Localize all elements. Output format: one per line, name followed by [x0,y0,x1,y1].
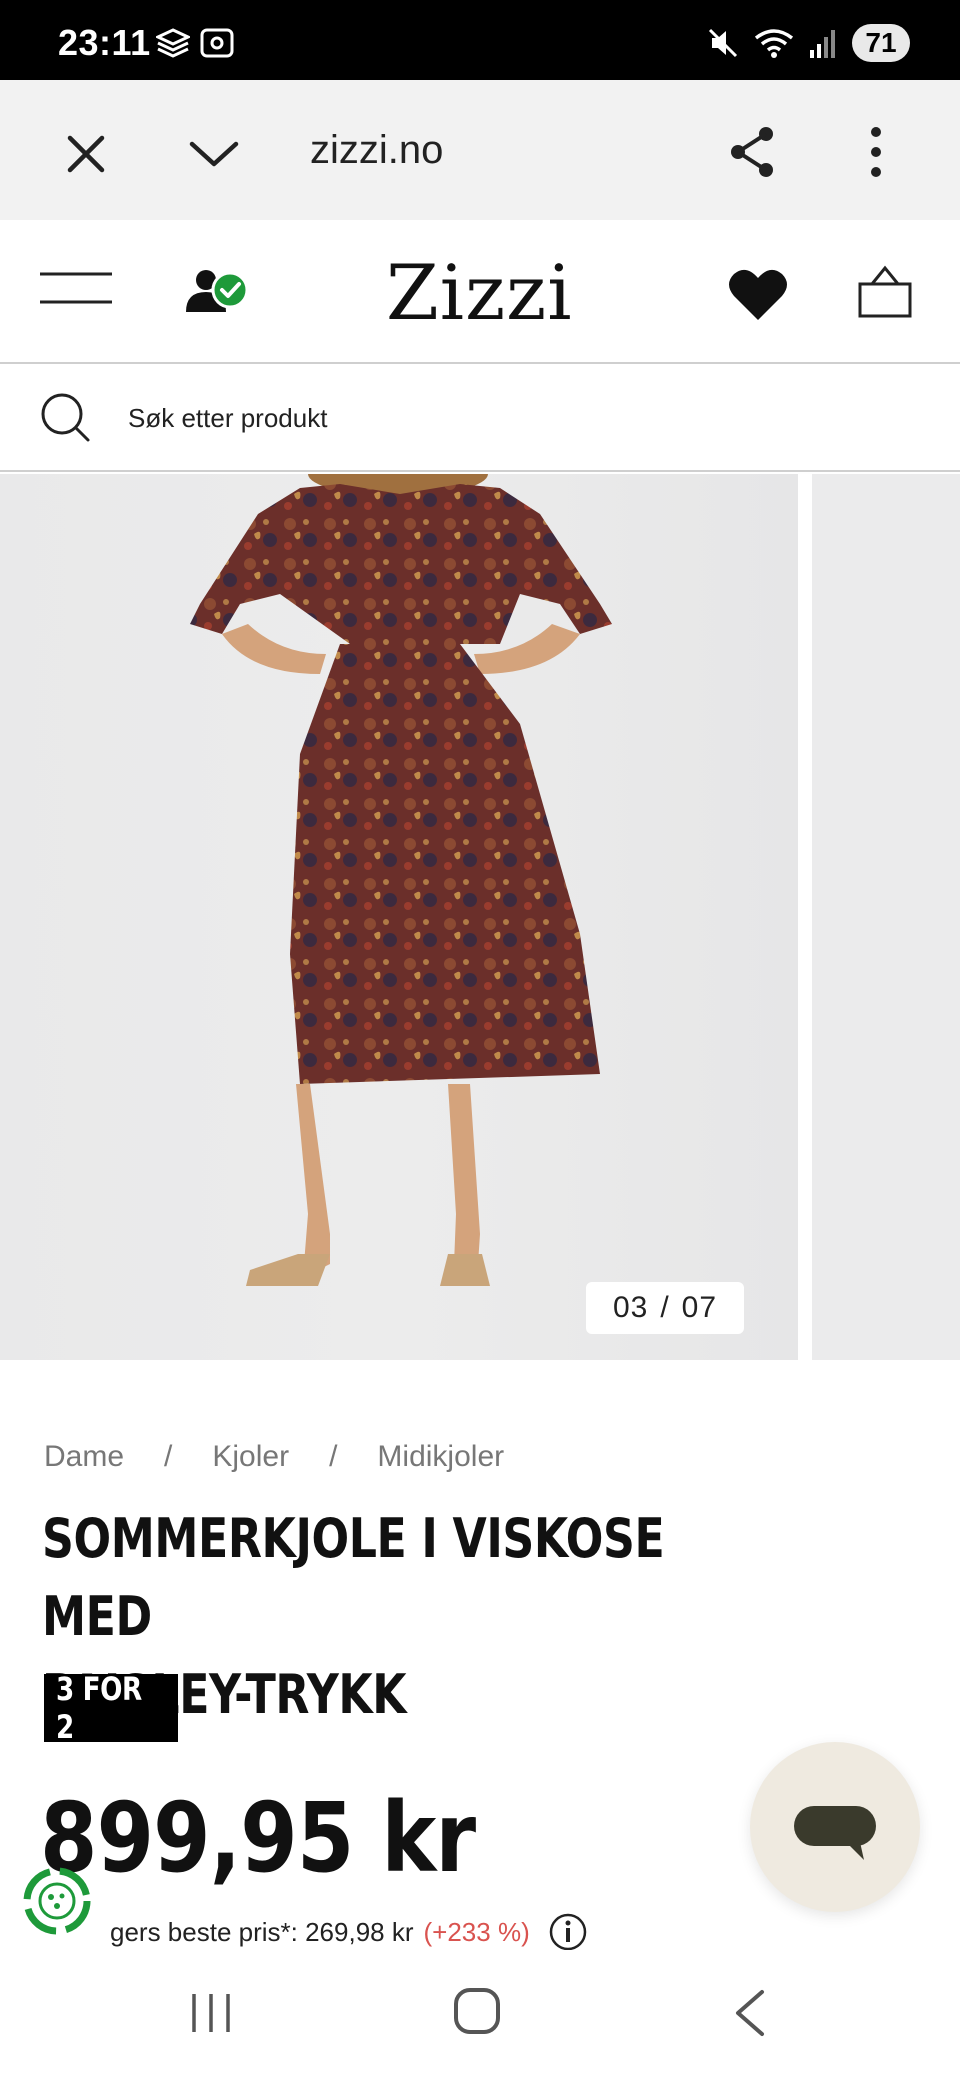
info-icon[interactable] [548,1912,588,1952]
breadcrumb-item-dame[interactable]: Dame [44,1440,124,1474]
wifi-icon [754,29,794,58]
chat-icon [794,1806,876,1860]
lowest-price-text: gers beste pris*: 269,98 kr [110,1916,414,1947]
lowest-price-info: gers beste pris*: 269,98 kr (+233 %) [110,1912,588,1952]
search-bar [0,366,960,472]
breadcrumb-separator: / [329,1440,338,1473]
account-verified-icon[interactable] [184,266,250,316]
search-icon[interactable] [40,392,92,444]
chevron-down-icon[interactable] [186,126,242,182]
status-bar: 23:11 71 [0,0,960,80]
heart-icon[interactable] [728,268,788,322]
next-product-image[interactable] [812,474,960,1360]
breadcrumb-item-kjoler[interactable]: Kjoler [212,1440,289,1474]
chat-button[interactable] [750,1742,920,1912]
stack-icon [156,28,190,58]
image-counter: 03 / 07 [586,1282,744,1334]
search-input[interactable] [128,396,888,440]
status-time: 23:11 [58,22,151,63]
share-icon[interactable] [726,124,782,180]
product-gallery[interactable]: 03 / 07 [0,474,960,1360]
battery-indicator: 71 [852,24,910,62]
image-counter-separator: / [660,1291,670,1324]
status-right-icons: 71 [706,24,910,62]
mute-icon [708,28,738,58]
product-image[interactable]: 03 / 07 [0,474,798,1360]
url-field[interactable]: zizzi.no [310,128,443,173]
close-icon[interactable] [58,126,114,182]
basket-icon[interactable] [856,264,914,322]
status-notification-icons [156,28,234,58]
site-header: Zizzi [0,220,960,364]
system-navigation-bar [0,1950,960,2080]
product-title-line-1: SOMMERKJOLE I VISKOSE MED [42,1507,665,1648]
lowest-price-change: (+233 %) [423,1916,530,1947]
browser-toolbar: zizzi.no [0,80,960,220]
site-logo[interactable]: Zizzi [386,248,573,337]
signal-icon [810,30,835,58]
breadcrumb-item-midikjoler[interactable]: Midikjoler [377,1440,504,1474]
screenshot-icon [200,28,234,58]
back-icon[interactable] [730,1988,770,2038]
promo-badge: 3 FOR 2 [44,1670,178,1746]
image-counter-total: 07 [681,1291,718,1324]
breadcrumb-separator: / [164,1440,173,1473]
product-price: 899,95 kr [40,1782,476,1894]
recents-icon[interactable] [188,1990,234,2036]
home-icon[interactable] [452,1986,502,2036]
dress-photo [190,474,612,1286]
more-vert-icon[interactable] [848,124,904,180]
hamburger-icon[interactable] [40,268,112,308]
image-counter-current: 03 [612,1291,649,1324]
promo-badge-label: 3 FOR 2 [56,1670,142,1746]
cookie-consent-icon[interactable] [20,1864,94,1938]
breadcrumb: Dame / Kjoler / Midikjoler [44,1440,504,1474]
